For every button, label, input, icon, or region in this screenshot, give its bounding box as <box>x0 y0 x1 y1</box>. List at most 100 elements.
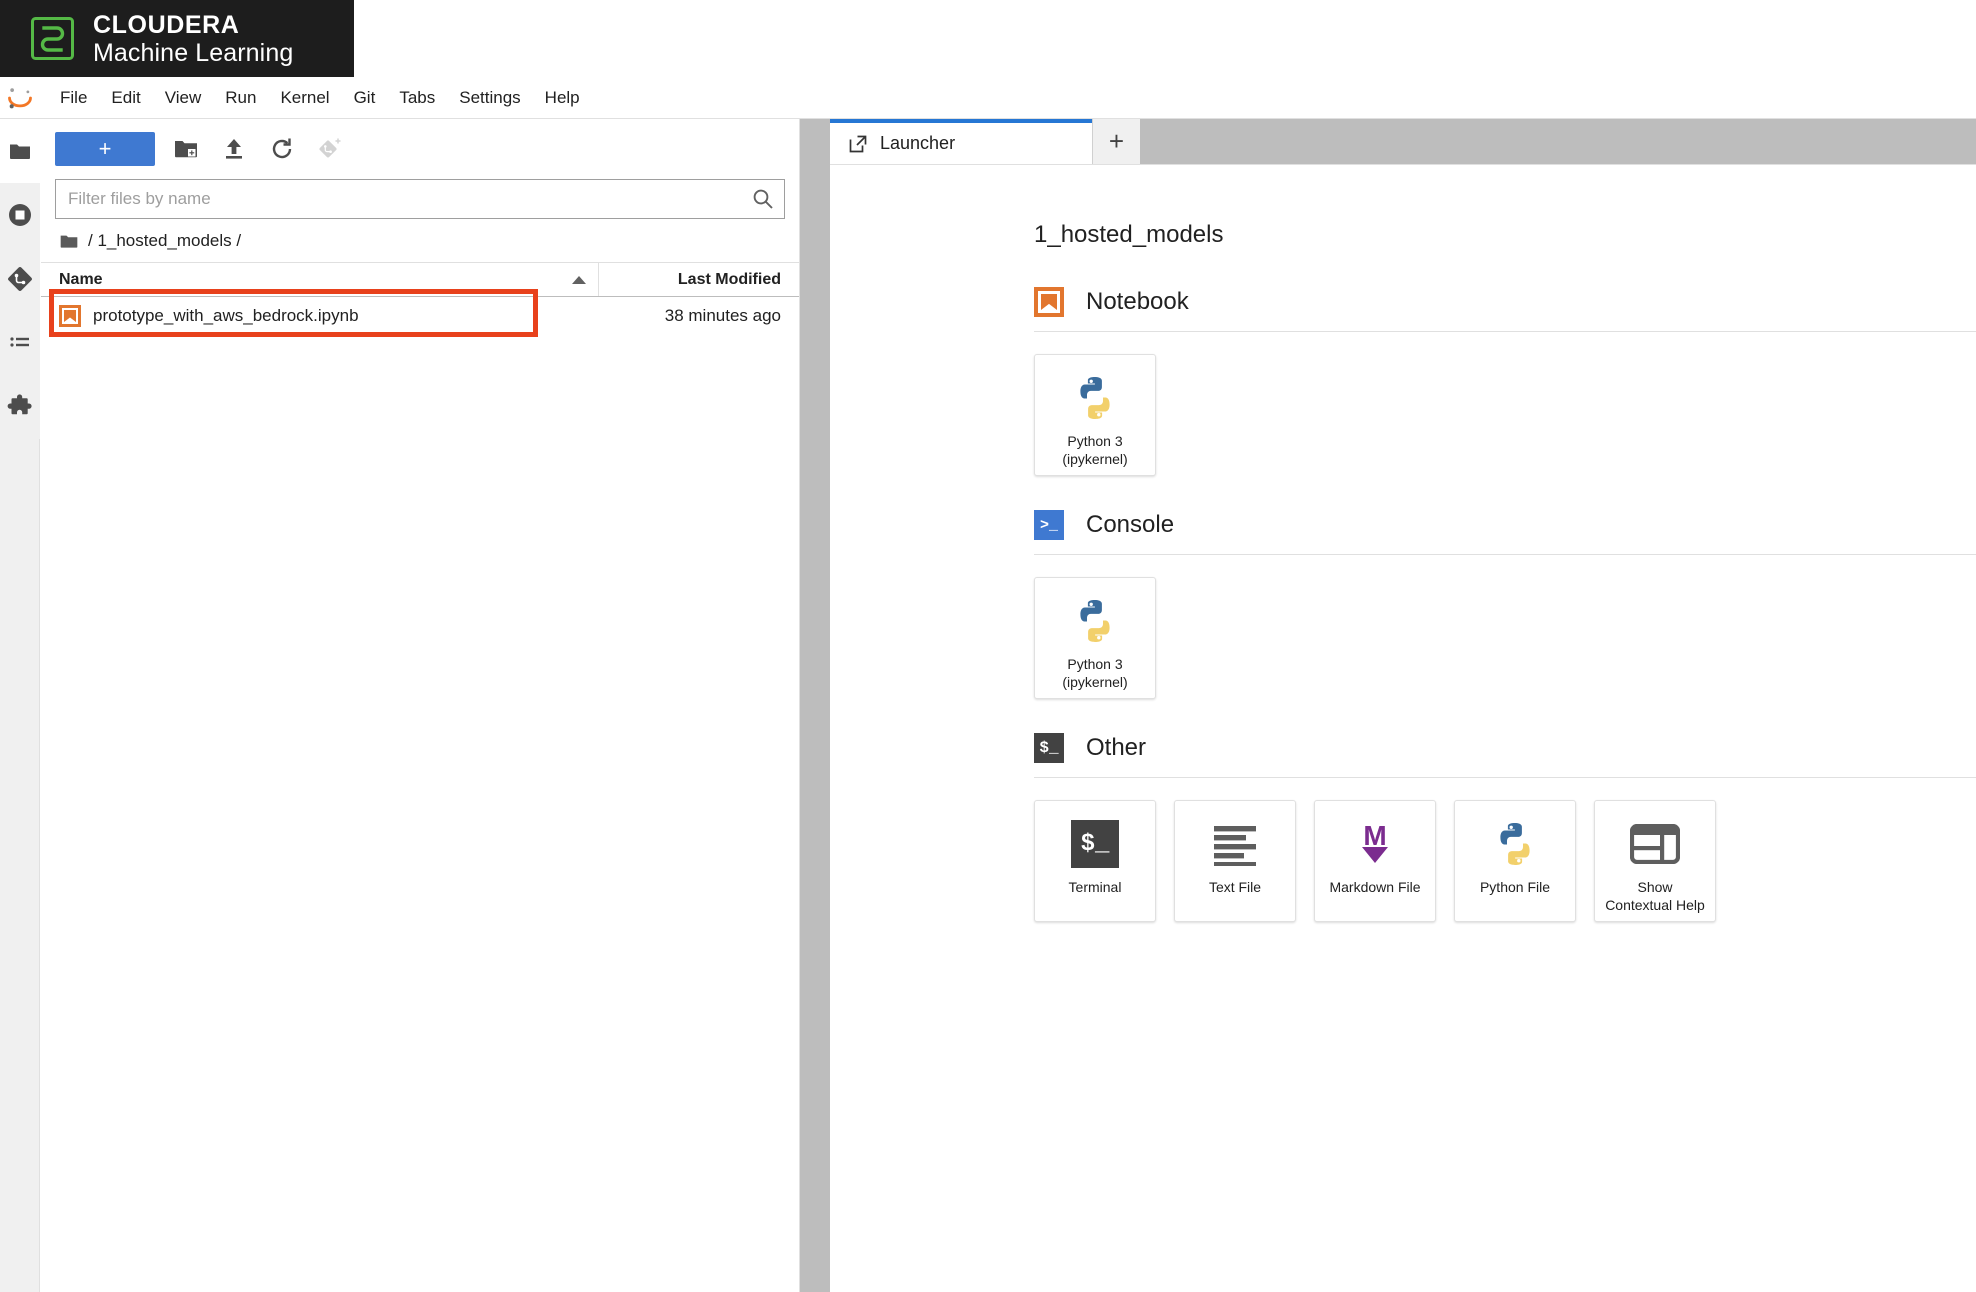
puzzle-icon <box>7 394 32 415</box>
file-browser-panel: + Filter files by name / 1_hosted_models… <box>41 119 800 1292</box>
card-label: Python 3 (ipykernel) <box>1058 433 1131 468</box>
text-file-icon <box>1208 817 1262 871</box>
main-area: Launcher + 1_hosted_models Notebook Pyth… <box>830 119 1976 1292</box>
file-list: prototype_with_aws_bedrock.ipynb 38 minu… <box>41 289 799 337</box>
card-python-file[interactable]: Python File <box>1454 800 1576 922</box>
tab-bar: Launcher + <box>830 119 1976 164</box>
card-label: Python 3 (ipykernel) <box>1058 656 1131 691</box>
tab-launcher-label: Launcher <box>880 133 956 153</box>
terminal-icon: $_ <box>1068 817 1122 871</box>
card-label: Terminal <box>1068 879 1122 895</box>
section-cards-console: Python 3 (ipykernel) <box>1034 555 1976 725</box>
column-header-last-modified[interactable]: Last Modified <box>599 271 799 289</box>
menu-item-tabs[interactable]: Tabs <box>387 84 447 112</box>
menu-item-edit[interactable]: Edit <box>99 84 152 112</box>
svg-text:M: M <box>1363 820 1386 851</box>
menu-item-kernel[interactable]: Kernel <box>268 84 341 112</box>
launcher-panel: 1_hosted_models Notebook Python 3 (ipyke… <box>830 164 1976 1292</box>
card-console-python3[interactable]: Python 3 (ipykernel) <box>1034 577 1156 699</box>
menu-item-file[interactable]: File <box>48 84 99 112</box>
new-folder-icon <box>175 141 197 158</box>
menu-item-git[interactable]: Git <box>342 84 388 112</box>
cloudera-header: CLOUDERA Machine Learning <box>0 0 1976 77</box>
file-name: prototype_with_aws_bedrock.ipynb <box>93 306 359 325</box>
tab-launcher[interactable]: Launcher <box>830 119 1092 164</box>
sidebar-item-table-of-contents[interactable] <box>0 311 40 375</box>
card-label-line1: Python 3 <box>1067 433 1123 449</box>
file-browser-toolbar: + <box>41 119 799 179</box>
new-folder-button[interactable] <box>169 132 203 166</box>
brand-line-1: CLOUDERA <box>93 10 240 39</box>
new-tab-button[interactable]: + <box>1092 119 1140 164</box>
terminal-glyph: $_ <box>1071 820 1119 868</box>
card-label-line1: Python 3 <box>1067 656 1123 672</box>
refresh-icon <box>272 138 292 159</box>
menu-item-help[interactable]: Help <box>533 84 592 112</box>
jupyter-logo-icon[interactable] <box>6 84 34 112</box>
refresh-file-list-button[interactable] <box>265 132 299 166</box>
git-clone-button[interactable] <box>313 132 347 166</box>
upload-files-button[interactable] <box>217 132 251 166</box>
terminal-icon: $_ <box>1034 733 1064 763</box>
file-row-name-cell: prototype_with_aws_bedrock.ipynb <box>41 305 599 327</box>
card-label: Markdown File <box>1329 879 1421 895</box>
cloudera-logo-icon <box>31 17 74 60</box>
card-label: Text File <box>1208 879 1262 895</box>
new-launcher-button[interactable]: + <box>55 132 155 166</box>
menu-bar: File Edit View Run Kernel Git Tabs Setti… <box>0 77 1976 119</box>
section-header-other: $_ Other <box>1034 733 1976 778</box>
folder-icon[interactable] <box>59 231 79 251</box>
section-label-notebook: Notebook <box>1086 288 1189 315</box>
panel-splitter[interactable] <box>800 119 830 1292</box>
launcher-title: 1_hosted_models <box>1034 221 1224 248</box>
card-show-contextual-help[interactable]: Show Contextual Help <box>1594 800 1716 922</box>
launcher-icon <box>849 135 867 152</box>
file-list-header: Name Last Modified <box>41 263 799 297</box>
launcher-section-other: $_ Other $_ Terminal Text File M Markdow… <box>830 733 1976 948</box>
notebook-icon <box>1034 287 1064 317</box>
contextual-help-icon <box>1628 817 1682 871</box>
sidebar-item-extension-manager[interactable] <box>0 375 40 439</box>
section-cards-other: $_ Terminal Text File M Markdown File Py… <box>1034 778 1976 948</box>
card-notebook-python3[interactable]: Python 3 (ipykernel) <box>1034 354 1156 476</box>
upload-icon <box>226 139 242 159</box>
notebook-icon <box>59 305 81 327</box>
python-icon <box>1068 594 1122 648</box>
filter-files-input[interactable] <box>56 189 746 209</box>
file-last-modified: 38 minutes ago <box>664 306 781 325</box>
card-terminal[interactable]: $_ Terminal <box>1034 800 1156 922</box>
stop-circle-icon <box>9 204 31 226</box>
section-cards-notebook: Python 3 (ipykernel) <box>1034 332 1976 502</box>
card-text-file[interactable]: Text File <box>1174 800 1296 922</box>
sidebar-item-file-browser[interactable] <box>0 119 40 183</box>
menu-item-run[interactable]: Run <box>213 84 268 112</box>
breadcrumb-path[interactable]: / 1_hosted_models / <box>88 231 241 251</box>
menu-item-settings[interactable]: Settings <box>447 84 532 112</box>
section-label-other: Other <box>1086 734 1147 761</box>
search-icon[interactable] <box>746 182 780 216</box>
launcher-section-notebook: Notebook Python 3 (ipykernel) <box>830 287 1976 502</box>
filter-files-field[interactable] <box>55 179 785 219</box>
card-markdown-file[interactable]: M Markdown File <box>1314 800 1436 922</box>
list-icon <box>10 337 29 347</box>
menu-item-view[interactable]: View <box>153 84 214 112</box>
activity-bar <box>0 119 40 1292</box>
markdown-icon: M <box>1348 817 1402 871</box>
python-icon <box>1488 817 1542 871</box>
sort-ascending-icon <box>572 275 586 284</box>
cloudera-brand-text: CLOUDERA Machine Learning <box>93 11 293 67</box>
column-header-name[interactable]: Name <box>41 263 599 296</box>
card-label-line1: Show <box>1637 879 1673 895</box>
section-header-notebook: Notebook <box>1034 287 1976 332</box>
sidebar-item-git[interactable] <box>0 247 40 311</box>
console-icon: >_ <box>1034 510 1064 540</box>
card-label: Python File <box>1479 879 1551 895</box>
git-clone-icon <box>319 138 341 158</box>
section-header-console: >_ Console <box>1034 510 1976 555</box>
card-label: Show Contextual Help <box>1601 879 1709 914</box>
column-header-name-label: Name <box>59 270 103 288</box>
sidebar-item-running-kernels[interactable] <box>0 183 40 247</box>
card-label-line2: (ipykernel) <box>1062 450 1128 467</box>
table-row[interactable]: prototype_with_aws_bedrock.ipynb 38 minu… <box>41 289 799 337</box>
section-label-console: Console <box>1086 511 1175 538</box>
